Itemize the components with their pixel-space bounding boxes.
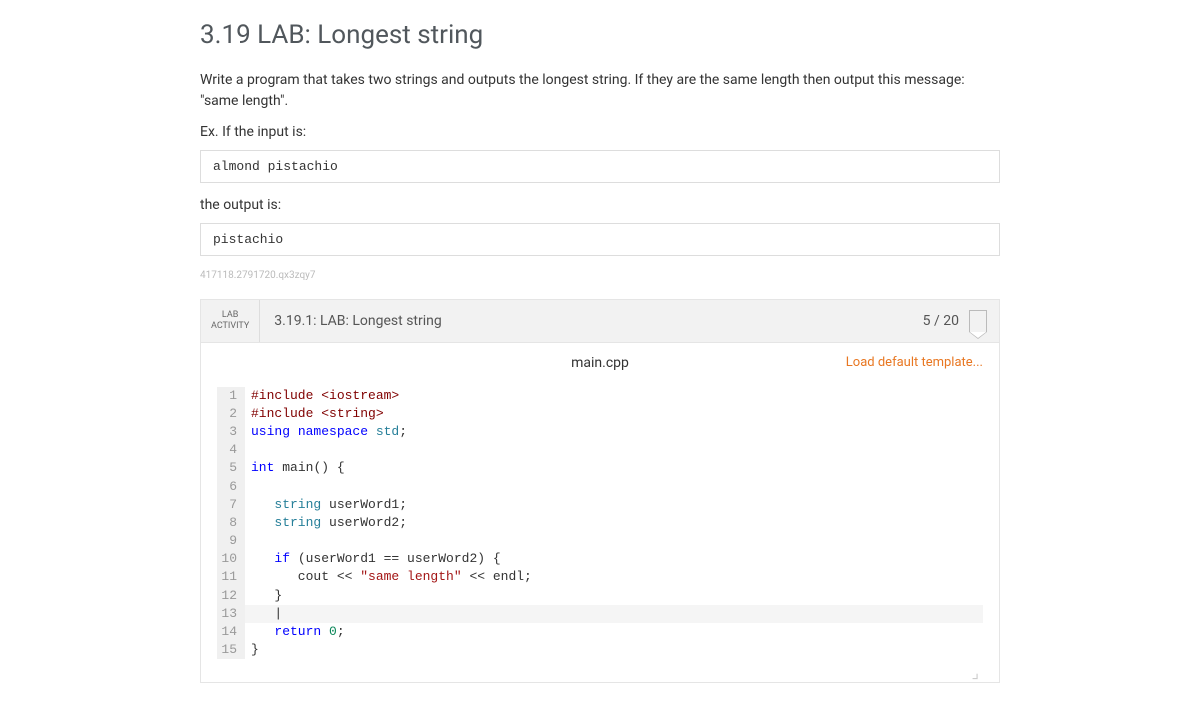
line-number: 1: [217, 387, 245, 405]
line-number: 6: [217, 478, 245, 496]
code-content[interactable]: }: [245, 587, 282, 605]
line-number: 4: [217, 441, 245, 459]
code-content[interactable]: return 0;: [245, 623, 345, 641]
resize-handle[interactable]: ⌟: [217, 663, 983, 682]
code-line[interactable]: 14 return 0;: [217, 623, 983, 641]
lab-activity-title: 3.19.1: LAB: Longest string: [260, 313, 922, 329]
line-number: 5: [217, 459, 245, 477]
line-number: 14: [217, 623, 245, 641]
code-line[interactable]: 8 string userWord2;: [217, 514, 983, 532]
line-number: 15: [217, 641, 245, 659]
bookmark-icon[interactable]: [969, 310, 987, 332]
code-content[interactable]: |: [245, 605, 282, 623]
code-line[interactable]: 4: [217, 441, 983, 459]
editor-area: main.cpp Load default template... 1#incl…: [201, 343, 999, 683]
lab-description: Write a program that takes two strings a…: [200, 70, 1000, 112]
code-content[interactable]: [245, 532, 251, 550]
code-line[interactable]: 9: [217, 532, 983, 550]
example-input-box: almond pistachio: [200, 150, 1000, 183]
lab-badge-line2: ACTIVITY: [211, 321, 249, 332]
example-input-label: Ex. If the input is:: [200, 124, 1000, 140]
page-title: 3.19 LAB: Longest string: [200, 20, 1000, 50]
line-number: 3: [217, 423, 245, 441]
code-line[interactable]: 2#include <string>: [217, 405, 983, 423]
line-number: 8: [217, 514, 245, 532]
code-content[interactable]: string userWord2;: [245, 514, 407, 532]
code-content[interactable]: }: [245, 641, 259, 659]
code-line[interactable]: 11 cout << "same length" << endl;: [217, 568, 983, 586]
code-line[interactable]: 10 if (userWord1 == userWord2) {: [217, 550, 983, 568]
code-line[interactable]: 3using namespace std;: [217, 423, 983, 441]
code-line[interactable]: 6: [217, 478, 983, 496]
watermark: 417118.2791720.qx3zqy7: [200, 270, 1000, 281]
output-label: the output is:: [200, 197, 1000, 213]
line-number: 12: [217, 587, 245, 605]
code-line[interactable]: 13 |: [217, 605, 983, 623]
lab-badge: LAB ACTIVITY: [201, 300, 260, 342]
lab-header: LAB ACTIVITY 3.19.1: LAB: Longest string…: [201, 300, 999, 343]
code-editor[interactable]: 1#include <iostream>2#include <string>3u…: [217, 383, 983, 664]
code-content[interactable]: [245, 478, 251, 496]
line-number: 10: [217, 550, 245, 568]
code-line[interactable]: 12 }: [217, 587, 983, 605]
code-line[interactable]: 15}: [217, 641, 983, 659]
code-content[interactable]: int main() {: [245, 459, 345, 477]
line-number: 2: [217, 405, 245, 423]
line-number: 11: [217, 568, 245, 586]
code-content[interactable]: #include <iostream>: [245, 387, 399, 405]
code-content[interactable]: string userWord1;: [245, 496, 407, 514]
code-line[interactable]: 1#include <iostream>: [217, 387, 983, 405]
code-content[interactable]: cout << "same length" << endl;: [245, 568, 532, 586]
line-number: 9: [217, 532, 245, 550]
lab-score: 5 / 20: [923, 313, 969, 329]
lab-activity-panel: LAB ACTIVITY 3.19.1: LAB: Longest string…: [200, 299, 1000, 683]
lab-badge-line1: LAB: [222, 310, 238, 321]
code-line[interactable]: 5int main() {: [217, 459, 983, 477]
code-content[interactable]: [245, 441, 251, 459]
line-number: 13: [217, 605, 245, 623]
load-default-template-link[interactable]: Load default template...: [728, 355, 983, 370]
code-content[interactable]: using namespace std;: [245, 423, 407, 441]
example-output-box: pistachio: [200, 223, 1000, 256]
line-number: 7: [217, 496, 245, 514]
code-content[interactable]: #include <string>: [245, 405, 384, 423]
editor-header: main.cpp Load default template...: [201, 343, 999, 383]
code-line[interactable]: 7 string userWord1;: [217, 496, 983, 514]
editor-filename: main.cpp: [472, 355, 727, 371]
code-content[interactable]: if (userWord1 == userWord2) {: [245, 550, 501, 568]
